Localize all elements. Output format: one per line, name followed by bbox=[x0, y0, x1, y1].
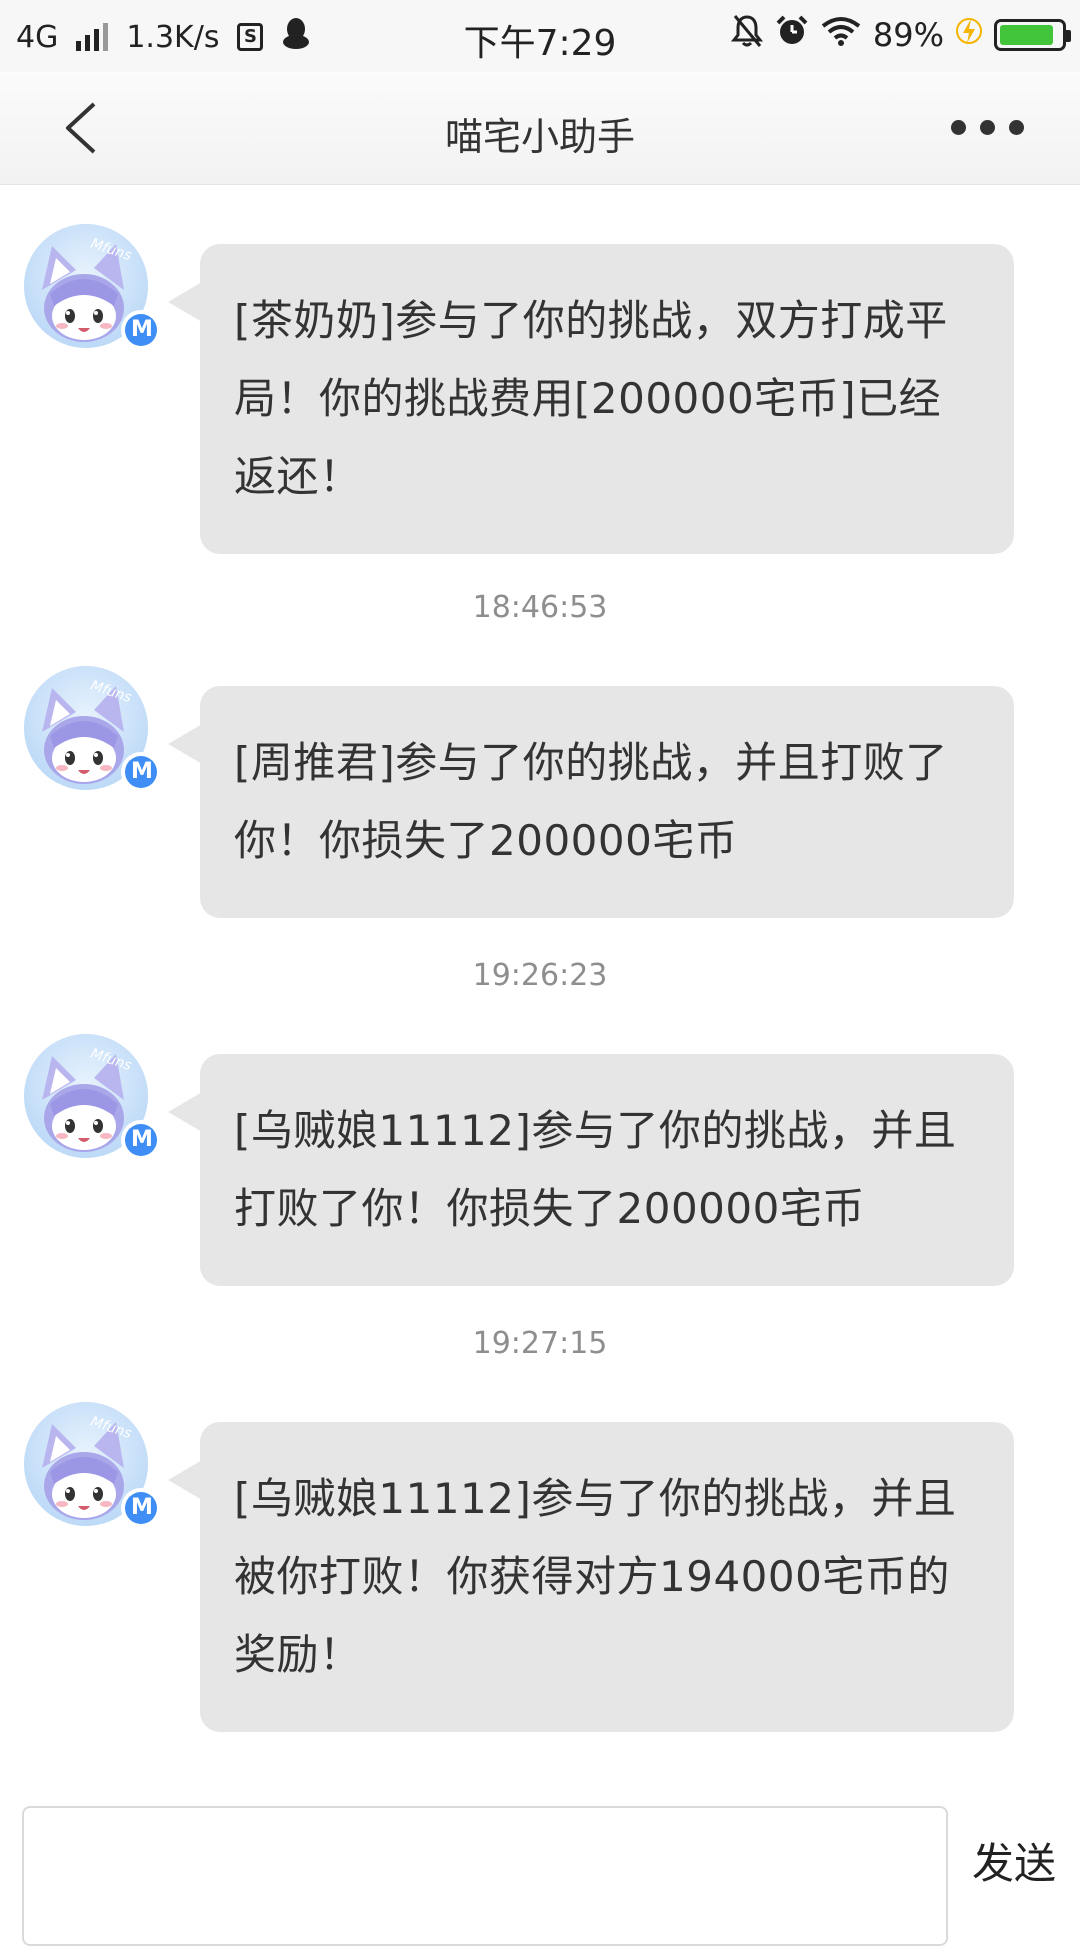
status-left: 4G 1.3K/s S bbox=[16, 16, 311, 58]
battery-level-fill bbox=[1000, 25, 1054, 45]
status-right: 89% bbox=[730, 14, 1071, 56]
message-timestamp: 18:46:53 bbox=[472, 590, 608, 625]
battery-percent: 89% bbox=[872, 16, 944, 54]
nav-bar: 喵宅小助手 bbox=[0, 72, 1080, 185]
avatar-badge-label: M bbox=[131, 759, 153, 784]
input-bar: 发送 bbox=[0, 1790, 1080, 1946]
more-button[interactable] bbox=[951, 120, 1024, 135]
message-input[interactable] bbox=[24, 1808, 946, 1944]
avatar-badge-label: M bbox=[131, 1127, 153, 1152]
avatar[interactable]: Mfuns M bbox=[24, 1034, 164, 1174]
mute-notification-icon bbox=[730, 14, 763, 56]
signal-icon bbox=[76, 23, 109, 51]
status-bar: 4G 1.3K/s S 下午7:29 89% bbox=[0, 0, 1080, 72]
sim-icon: S bbox=[237, 23, 264, 51]
message-timestamp: 19:27:15 bbox=[472, 1326, 608, 1361]
network-label: 4G bbox=[16, 19, 59, 55]
battery-icon bbox=[994, 19, 1071, 51]
message-timestamp: 19:26:23 bbox=[472, 958, 608, 993]
charging-icon bbox=[956, 14, 982, 56]
message-bubble: [乌贼娘11112]参与了你的挑战，并且被你打败！你获得对方194000宅币的奖… bbox=[168, 1422, 1014, 1732]
message-bubble: [茶奶奶]参与了你的挑战，双方打成平局！你的挑战费用[200000宅币]已经返还… bbox=[168, 244, 1014, 554]
page-title: 喵宅小助手 bbox=[444, 115, 635, 159]
wifi-icon bbox=[821, 16, 861, 54]
network-speed: 1.3K/s bbox=[126, 19, 220, 55]
avatar[interactable]: Mfuns M bbox=[24, 224, 164, 364]
alarm-icon bbox=[775, 14, 809, 56]
message-input-box[interactable] bbox=[22, 1806, 948, 1946]
send-button[interactable]: 发送 bbox=[972, 1830, 1056, 1891]
qq-icon bbox=[281, 16, 311, 58]
avatar-badge-label: M bbox=[131, 1495, 153, 1520]
message-bubble: [乌贼娘11112]参与了你的挑战，并且打败了你！你损失了200000宅币 bbox=[168, 1054, 1014, 1286]
avatar[interactable]: Mfuns M bbox=[24, 1402, 164, 1542]
message-bubble: [周推君]参与了你的挑战，并且打败了你！你损失了200000宅币 bbox=[168, 686, 1014, 918]
more-dots-icon bbox=[951, 120, 966, 135]
avatar[interactable]: Mfuns M bbox=[24, 666, 164, 806]
avatar-badge-label: M bbox=[131, 317, 153, 342]
